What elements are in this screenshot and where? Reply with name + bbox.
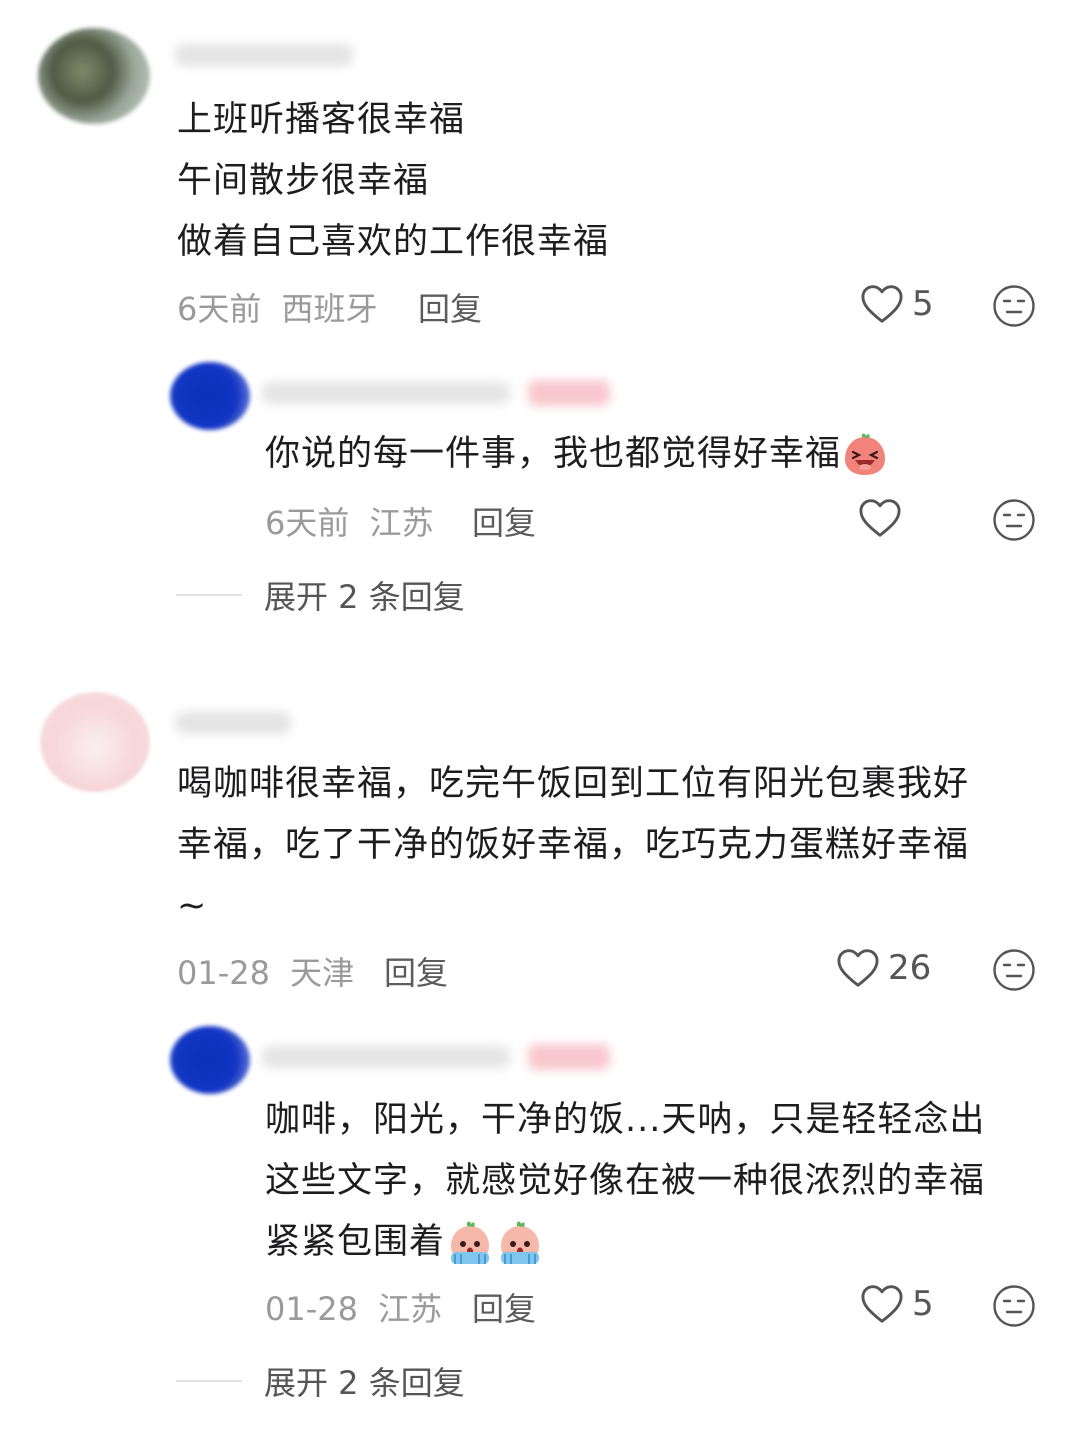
comment-meta: 01-28 天津 (177, 948, 354, 994)
comment-meta: 6天前 西班牙 (177, 284, 378, 330)
like-count: 5 (912, 284, 934, 324)
expressionless-emoji-icon (993, 949, 1035, 991)
like-button[interactable]: 5 (860, 1284, 934, 1324)
like-button[interactable]: 26 (836, 948, 931, 988)
emoji-react-button[interactable] (992, 284, 1036, 328)
comment-time: 6天前 (177, 290, 262, 328)
comment-line: ~ (177, 886, 208, 926)
like-count: 26 (888, 948, 932, 988)
comment-location: 西班牙 (281, 290, 378, 328)
expand-replies-button[interactable]: 展开 2 条回复 (176, 1358, 465, 1404)
reply-line: 紧紧包围着 (265, 1222, 446, 1262)
comment-line: 幸福，吃了干净的饭好幸福，吃巧克力蛋糕好幸福 (177, 825, 970, 865)
author-badge (528, 1044, 610, 1070)
reply-time: 01-28 (265, 1290, 358, 1328)
avatar[interactable] (38, 28, 150, 124)
reply-button[interactable]: 回复 (472, 1284, 536, 1330)
like-count: 5 (912, 1284, 934, 1324)
heart-outline-icon (861, 285, 903, 323)
reply-text: 你说的每一件事，我也都觉得好幸福 (265, 424, 889, 485)
reply-username-blurred[interactable] (262, 1046, 510, 1068)
expressionless-emoji-icon (993, 285, 1035, 327)
heart-outline-icon (837, 949, 879, 987)
reply-avatar[interactable] (170, 1026, 250, 1094)
comment-location: 天津 (290, 954, 355, 992)
reply-location: 江苏 (369, 504, 434, 542)
comment-text: 喝咖啡很幸福，吃完午饭回到工位有阳光包裹我好 幸福，吃了干净的饭好幸福，吃巧克力… (177, 754, 969, 937)
reply-line-last: 紧紧包围着 (265, 1212, 985, 1273)
reply-meta: 01-28 江苏 (265, 1284, 442, 1330)
expand-replies-button[interactable]: 展开 2 条回复 (176, 572, 465, 618)
like-button[interactable]: 5 (860, 284, 934, 324)
reply-username-blurred[interactable] (262, 382, 510, 404)
crying-emoji-icon (501, 1221, 540, 1264)
heart-outline-icon (861, 1285, 903, 1323)
reply-text: 咖啡，阳光，干净的饭...天呐，只是轻轻念出 这些文字，就感觉好像在被一种很浓烈… (265, 1090, 985, 1273)
comment-time: 01-28 (177, 954, 270, 992)
reply-line: 你说的每一件事，我也都觉得好幸福 (265, 434, 842, 474)
emoji-react-button[interactable] (992, 498, 1036, 542)
reply-time: 6天前 (265, 504, 350, 542)
reply-line: 咖啡，阳光，干净的饭...天呐，只是轻轻念出 (265, 1100, 986, 1140)
divider-line (176, 1380, 242, 1382)
reply-button[interactable]: 回复 (418, 284, 482, 330)
expand-replies-label: 展开 2 条回复 (264, 578, 465, 616)
comment-text: 上班听播客很幸福 午间散步很幸福 做着自己喜欢的工作很幸福 (177, 90, 609, 273)
reply-button[interactable]: 回复 (472, 498, 536, 544)
reply-location: 江苏 (378, 1290, 443, 1328)
comment-line: 做着自己喜欢的工作很幸福 (177, 222, 610, 262)
avatar[interactable] (40, 692, 150, 792)
emoji-react-button[interactable] (992, 948, 1036, 992)
expand-replies-label: 展开 2 条回复 (264, 1364, 465, 1402)
reply-button[interactable]: 回复 (384, 948, 448, 994)
crying-emoji-icon (451, 1221, 490, 1264)
author-badge (528, 380, 610, 406)
emoji-react-button[interactable] (992, 1284, 1036, 1328)
laughing-emoji-icon (845, 433, 886, 475)
username-blurred[interactable] (175, 44, 353, 66)
divider-line (176, 594, 242, 596)
expressionless-emoji-icon (993, 1285, 1035, 1327)
reply-meta: 6天前 江苏 (265, 498, 434, 544)
comment-line: 喝咖啡很幸福，吃完午饭回到工位有阳光包裹我好 (177, 764, 970, 804)
reply-avatar[interactable] (170, 362, 250, 430)
like-button[interactable] (858, 498, 910, 538)
expressionless-emoji-icon (993, 499, 1035, 541)
heart-outline-icon (859, 499, 901, 537)
reply-line: 这些文字，就感觉好像在被一种很浓烈的幸福 (265, 1161, 986, 1201)
comment-line: 上班听播客很幸福 (177, 100, 466, 140)
comment-line: 午间散步很幸福 (177, 161, 430, 201)
username-blurred[interactable] (175, 712, 291, 734)
